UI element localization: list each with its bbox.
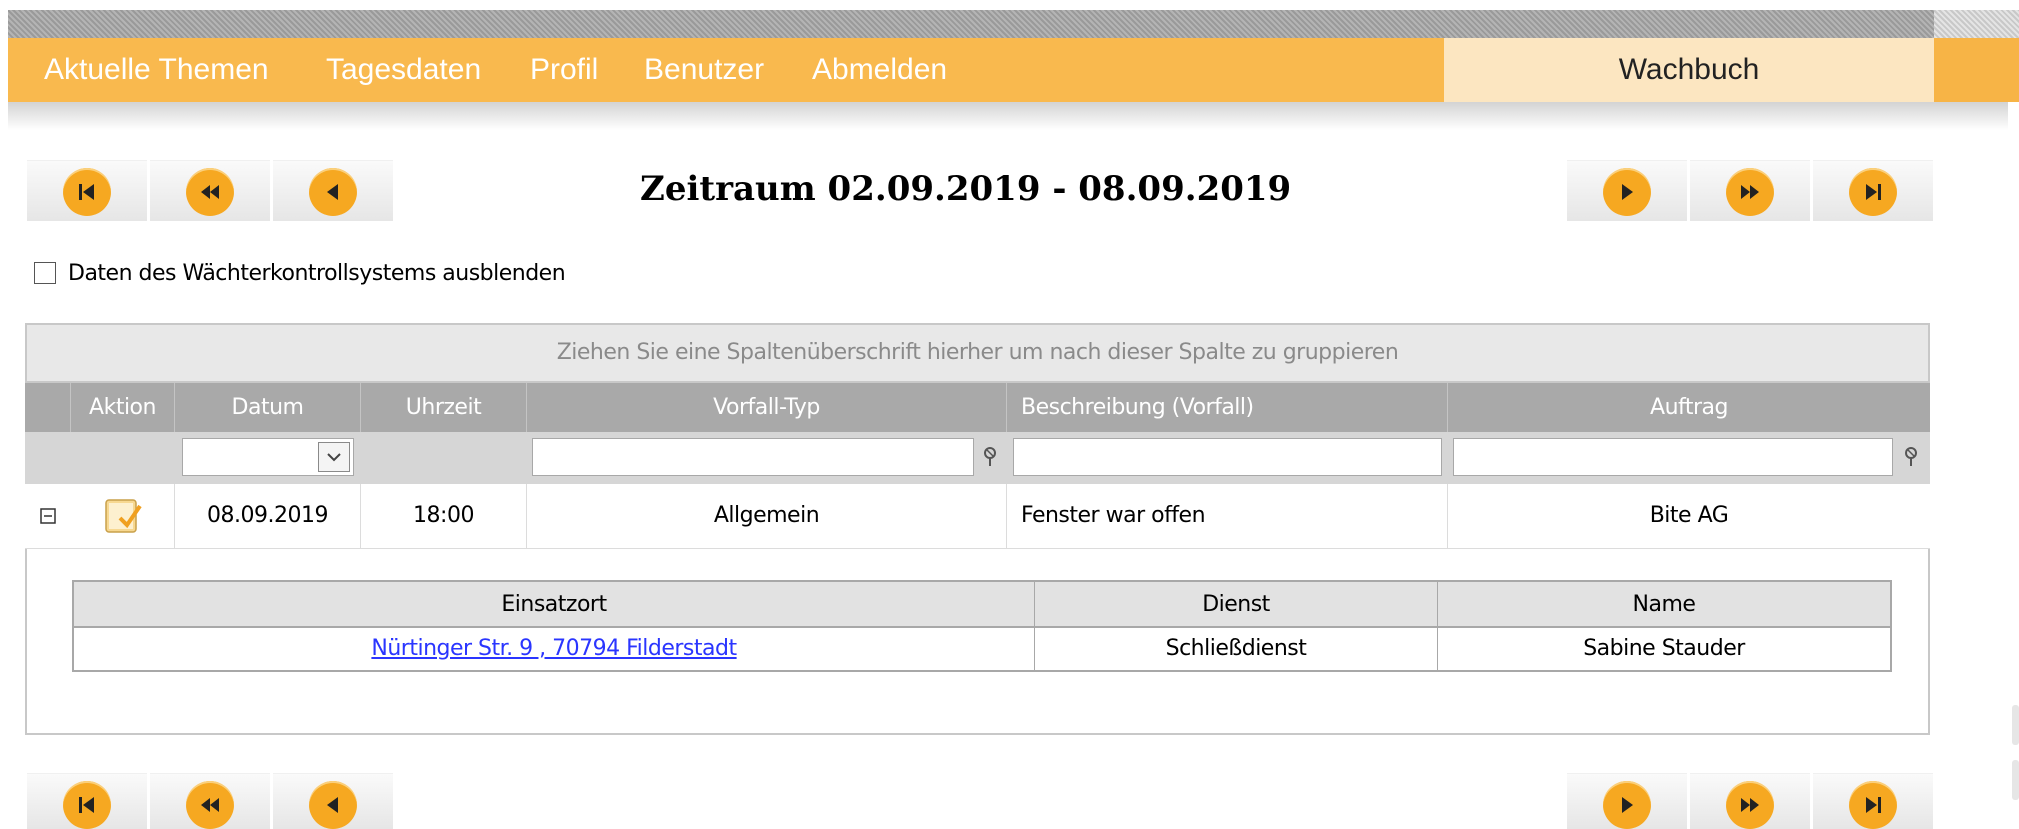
header-datum[interactable]: Datum (175, 383, 361, 432)
filter-icon[interactable] (1901, 446, 1921, 468)
beschreibung-filter-input[interactable] (1013, 438, 1442, 476)
auftrag-filter-input[interactable] (1453, 438, 1893, 476)
previous-block-button[interactable] (150, 160, 270, 221)
hide-watch-control-option: Daten des Wächterkontrollsystems ausblen… (34, 258, 566, 288)
rewind-icon (201, 798, 219, 812)
nav-item-abmelden[interactable]: Abmelden (812, 38, 947, 102)
next-block-button[interactable] (1690, 160, 1810, 221)
nav-item-tagesdaten[interactable]: Tagesdaten (326, 38, 481, 102)
first-page-button[interactable] (27, 773, 147, 829)
skip-forward-icon (1866, 184, 1881, 200)
play-back-icon (327, 184, 338, 200)
play-back-icon (327, 797, 338, 813)
play-icon (1622, 797, 1633, 813)
header-texture (8, 10, 1934, 40)
period-title: Zeitraum 02.09.2019 - 08.09.2019 (640, 169, 1292, 209)
header-uhrzeit[interactable]: Uhrzeit (361, 383, 527, 432)
nav-item-aktuelle-themen[interactable]: Aktuelle Themen (44, 38, 269, 102)
skip-forward-icon (1866, 797, 1881, 813)
edit-note-icon (104, 499, 142, 533)
detail-cell-einsatzort: Nürtinger Str. 9 , 70794 Filderstadt (74, 628, 1035, 670)
header-vorfall-typ[interactable]: Vorfall-Typ (527, 383, 1007, 432)
fast-forward-icon (1741, 185, 1759, 199)
previous-week-button[interactable] (273, 160, 393, 221)
header-expand-column (25, 383, 71, 432)
fast-forward-icon (1741, 798, 1759, 812)
hide-watch-control-checkbox[interactable] (34, 262, 56, 284)
edit-action[interactable] (71, 484, 175, 548)
group-by-panel[interactable]: Ziehen Sie eine Spaltenüberschrift hierh… (25, 323, 1930, 383)
header-auftrag[interactable]: Auftrag (1448, 383, 1930, 432)
cell-vorfall-typ: Allgemein (527, 484, 1007, 548)
einsatzort-link[interactable]: Nürtinger Str. 9 , 70794 Filderstadt (371, 636, 737, 661)
window-top-strip (0, 0, 2019, 10)
hide-watch-control-label: Daten des Wächterkontrollsystems ausblen… (68, 260, 566, 286)
nav-item-benutzer[interactable]: Benutzer (644, 38, 764, 102)
nav-item-profil[interactable]: Profil (530, 38, 598, 102)
rewind-icon (201, 185, 219, 199)
header-texture-right (1934, 10, 2019, 40)
play-icon (1622, 184, 1633, 200)
vorfall-typ-filter-input[interactable] (532, 438, 974, 476)
scrollbar-thumb[interactable] (2012, 705, 2019, 745)
detail-header-einsatzort[interactable]: Einsatzort (74, 582, 1035, 628)
previous-week-button[interactable] (273, 773, 393, 829)
last-page-button[interactable] (1813, 160, 1933, 221)
next-week-button[interactable] (1567, 773, 1687, 829)
scrollbar-thumb-lower[interactable] (2012, 760, 2019, 800)
nav-shadow (8, 100, 2008, 130)
collapse-toggle[interactable] (25, 484, 71, 548)
detail-cell-name: Sabine Stauder (1438, 628, 1890, 670)
detail-cell-dienst: Schließdienst (1035, 628, 1438, 670)
skip-back-icon (79, 797, 94, 813)
cell-auftrag: Bite AG (1649, 503, 1729, 528)
detail-header-dienst[interactable]: Dienst (1035, 582, 1438, 628)
skip-back-icon (79, 184, 94, 200)
next-week-button[interactable] (1567, 160, 1687, 221)
app-brand[interactable]: Wachbuch (1444, 38, 1934, 102)
header-beschreibung[interactable]: Beschreibung (Vorfall) (1007, 383, 1448, 432)
detail-header-name[interactable]: Name (1438, 582, 1890, 628)
previous-block-button[interactable] (150, 773, 270, 829)
navbar-extension (1934, 38, 2019, 102)
next-block-button[interactable] (1690, 773, 1810, 829)
filter-icon[interactable] (980, 446, 1000, 468)
header-aktion[interactable]: Aktion (71, 383, 175, 432)
cell-uhrzeit: 18:00 (361, 484, 527, 548)
datum-filter-dropdown[interactable] (318, 442, 350, 472)
collapse-icon (40, 508, 56, 524)
chevron-down-icon (327, 453, 341, 462)
first-page-button[interactable] (27, 160, 147, 221)
grid-footer-divider (72, 733, 1930, 735)
cell-datum: 08.09.2019 (175, 484, 361, 548)
last-page-button[interactable] (1813, 773, 1933, 829)
cell-beschreibung: Fenster war offen (1007, 484, 1448, 548)
